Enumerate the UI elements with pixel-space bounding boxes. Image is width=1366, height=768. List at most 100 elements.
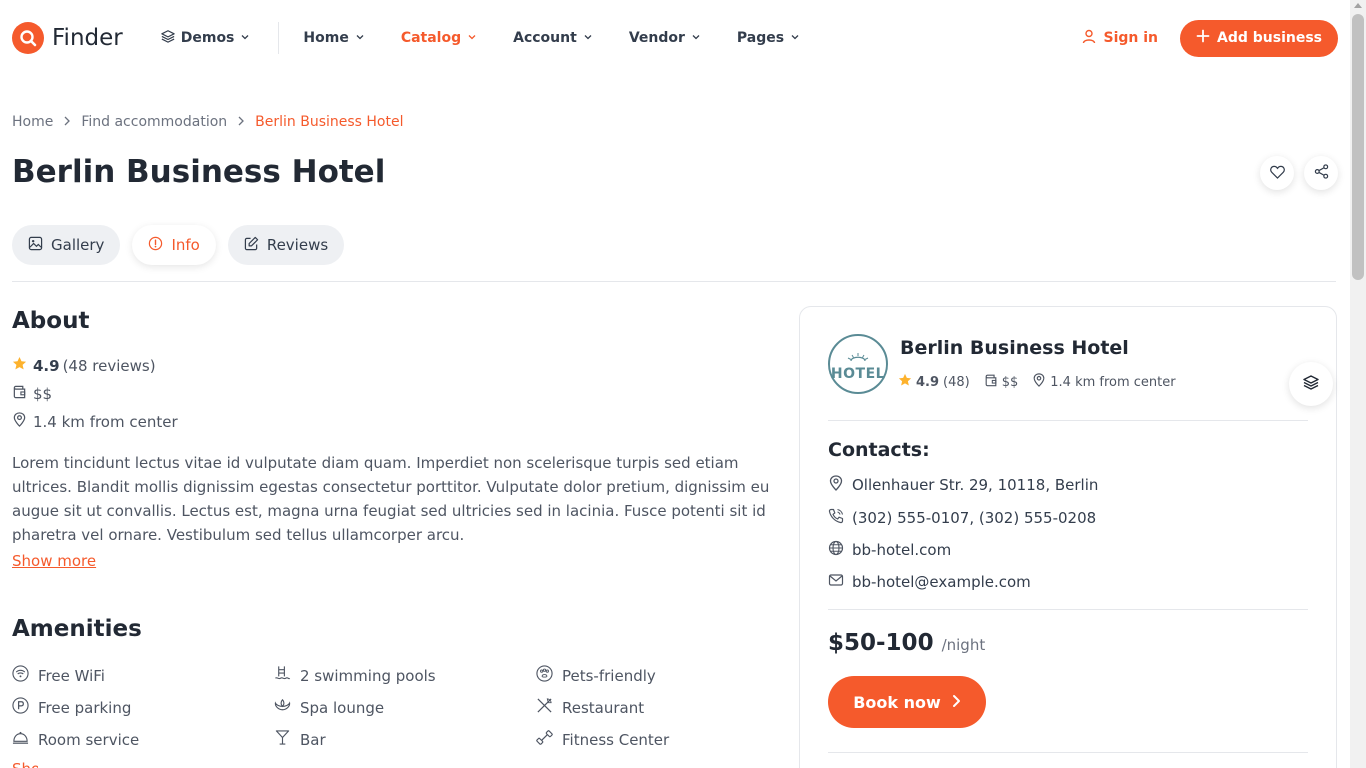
breadcrumb-home[interactable]: Home <box>12 114 53 130</box>
contact-website: bb-hotel.com <box>828 540 951 560</box>
brand-logo[interactable]: Finder <box>12 22 123 54</box>
wallet-icon <box>984 373 998 391</box>
divider <box>12 281 1336 282</box>
share-icon <box>1314 163 1329 183</box>
globe-icon <box>828 540 844 560</box>
contact-website-value[interactable]: bb-hotel.com <box>852 541 951 559</box>
about-price-level-value: $$ <box>33 384 53 403</box>
nav-demos-label: Demos <box>180 30 235 46</box>
cutlery-icon <box>536 697 553 718</box>
dumbbell-icon <box>536 729 553 750</box>
price-value: $50-100 <box>828 630 934 656</box>
nav-home-label: Home <box>303 30 349 46</box>
amenity-label: 2 swimming pools <box>300 666 436 685</box>
amenity-item: Pets-friendly <box>536 665 656 686</box>
nav-home[interactable]: Home <box>303 30 364 46</box>
nav-divider <box>278 22 280 54</box>
chevron-down-icon <box>355 30 365 46</box>
amenity-label: Restaurant <box>562 698 645 717</box>
card-rating: 4.9 (48) <box>898 373 970 391</box>
amenity-label: Room service <box>38 730 140 749</box>
mail-icon <box>828 572 844 592</box>
chevron-right-icon <box>237 114 245 130</box>
hotel-logo-text: HOTEL <box>830 365 886 382</box>
price-unit: /night <box>941 636 986 654</box>
add-business-label: Add business <box>1217 30 1322 46</box>
finder-logo-icon <box>12 22 44 54</box>
layers-icon <box>1303 374 1319 394</box>
sign-in-link[interactable]: Sign in <box>1082 29 1158 48</box>
star-icon <box>898 373 912 391</box>
nav-demos[interactable]: Demos <box>160 29 251 47</box>
tab-info[interactable]: Info <box>132 225 216 265</box>
chevron-down-icon <box>790 30 800 46</box>
tab-reviews[interactable]: Reviews <box>227 225 345 265</box>
book-now-label: Book now <box>853 692 941 712</box>
amenity-item: Bar <box>274 729 326 750</box>
amenity-item: 2 swimming pools <box>274 665 436 686</box>
wallet-icon <box>12 384 27 403</box>
divider <box>828 609 1308 610</box>
amenity-label: Bar <box>300 730 326 749</box>
amenity-label: Fitness Center <box>562 730 670 749</box>
scrollbar-thumb[interactable] <box>1352 14 1364 280</box>
amenity-item: Restaurant <box>536 697 644 718</box>
amenities-title: Amenities <box>12 616 142 642</box>
user-icon <box>1082 29 1096 48</box>
card-hotel-name: Berlin Business Hotel <box>900 337 1129 359</box>
breadcrumb-current: Berlin Business Hotel <box>255 114 404 130</box>
divider <box>828 752 1308 753</box>
card-distance-value: 1.4 km from center <box>1050 374 1176 390</box>
image-icon <box>28 236 43 255</box>
map-layers-button[interactable] <box>1289 362 1333 406</box>
book-now-button[interactable]: Book now <box>828 676 986 728</box>
wishlist-button[interactable] <box>1260 156 1294 190</box>
show-more-link[interactable]: Show more <box>12 552 96 570</box>
card-meta: 4.9 (48) $$ 1.4 km from center <box>898 373 1176 391</box>
cloche-icon <box>12 729 29 750</box>
spa-icon <box>274 697 291 718</box>
brand-name: Finder <box>52 25 123 51</box>
nav-account[interactable]: Account <box>513 30 593 46</box>
card-rating-value: 4.9 <box>916 374 940 390</box>
navbar: Finder Demos Home Catalog Account Vendor… <box>0 0 1350 76</box>
about-description: Lorem tincidunt lectus vitae id vulputat… <box>12 454 770 544</box>
contact-address: Ollenhauer Str. 29, 10118, Berlin <box>828 475 1098 495</box>
show-more-amenities-link[interactable]: Show more <box>12 760 38 768</box>
amenity-item: Spa lounge <box>274 697 384 718</box>
amenity-item: Room service <box>12 729 139 750</box>
chevron-down-icon <box>240 30 250 46</box>
scroll-up-icon[interactable] <box>1354 3 1362 8</box>
about-price-level: $$ <box>12 384 52 403</box>
sun-icon <box>843 347 873 366</box>
heart-icon <box>1269 164 1285 183</box>
page-scrollbar[interactable] <box>1350 0 1366 768</box>
about-distance: 1.4 km from center <box>12 412 178 431</box>
chevron-down-icon <box>691 30 701 46</box>
card-price-level-value: $$ <box>1001 374 1019 390</box>
nav-vendor[interactable]: Vendor <box>629 30 701 46</box>
nav-pages[interactable]: Pages <box>737 30 800 46</box>
paw-icon <box>536 665 553 686</box>
nav-vendor-label: Vendor <box>628 30 685 46</box>
plus-icon <box>1196 29 1210 47</box>
breadcrumb-find-accommodation[interactable]: Find accommodation <box>81 114 227 130</box>
nav-catalog[interactable]: Catalog <box>401 30 477 46</box>
phone-icon <box>828 508 844 528</box>
star-icon <box>12 356 27 375</box>
parking-icon <box>12 697 29 718</box>
contact-email-value[interactable]: bb-hotel@example.com <box>852 573 1031 591</box>
contact-phone-value[interactable]: (302) 555-0107, (302) 555-0208 <box>852 509 1096 527</box>
about-distance-value: 1.4 km from center <box>33 412 178 431</box>
about-rating-value: 4.9 <box>33 356 60 375</box>
nav-account-label: Account <box>513 30 577 46</box>
about-reviews-count[interactable]: (48 reviews) <box>63 357 156 375</box>
tab-reviews-label: Reviews <box>266 236 329 254</box>
contact-phone: (302) 555-0107, (302) 555-0208 <box>828 508 1096 528</box>
chevron-right-icon <box>63 114 71 130</box>
tab-gallery[interactable]: Gallery <box>12 225 121 265</box>
amenity-label: Free WiFi <box>38 666 105 685</box>
share-button[interactable] <box>1304 156 1338 190</box>
amenity-item: Free parking <box>12 697 131 718</box>
add-business-button[interactable]: Add business <box>1180 19 1338 57</box>
